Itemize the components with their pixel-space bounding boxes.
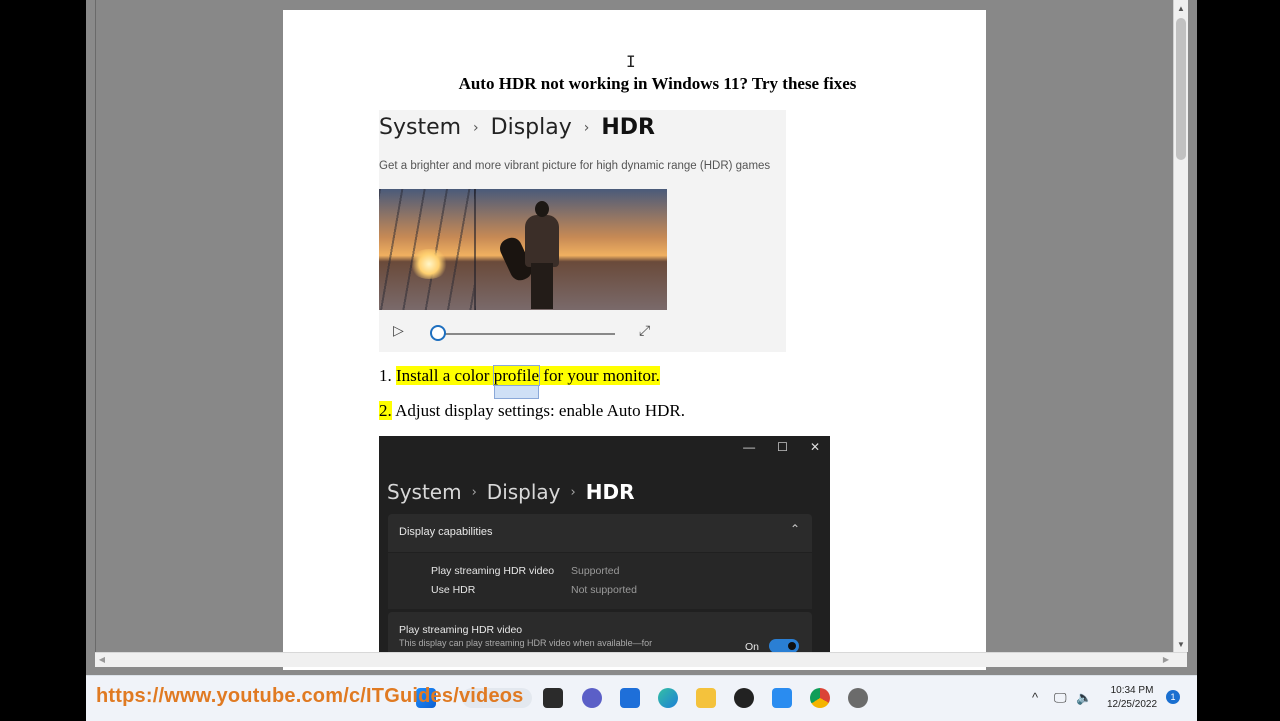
- volume-icon[interactable]: 🔈: [1076, 690, 1092, 706]
- chevron-right-icon: ›: [583, 119, 590, 136]
- breadcrumb-hdr: HDR: [585, 480, 635, 504]
- breadcrumb-display: Display: [486, 480, 561, 504]
- chevron-right-icon: ›: [471, 484, 477, 500]
- scroll-right-arrow-icon[interactable]: ▶: [1159, 653, 1173, 667]
- maximize-icon: ☐: [777, 440, 788, 454]
- text-cursor-icon: I: [626, 52, 636, 71]
- whiteboard-icon[interactable]: [772, 688, 792, 708]
- hdr-preview-photo: [379, 189, 667, 310]
- clock-date: 12/25/2022: [1106, 699, 1158, 710]
- breadcrumb-system: System: [379, 115, 462, 140]
- step-2: 2. Adjust display settings: enable Auto …: [379, 401, 685, 420]
- scroll-left-arrow-icon[interactable]: ◀: [95, 653, 109, 667]
- settings-gear-icon[interactable]: [848, 688, 868, 708]
- capability-value: Supported: [571, 565, 620, 577]
- task-view-icon[interactable]: [543, 688, 563, 708]
- close-icon: ✕: [809, 440, 820, 454]
- horizontal-scrollbar[interactable]: ◀ ▶: [95, 652, 1187, 667]
- hdr-settings-image-light: System › Display › HDR Get a brighter an…: [379, 110, 786, 352]
- channel-url-overlay: https://www.youtube.com/c/ITGuides/video…: [96, 685, 524, 707]
- video-progress-knob: [430, 325, 446, 341]
- file-explorer-icon[interactable]: [696, 688, 716, 708]
- breadcrumb-display: Display: [490, 115, 572, 140]
- breadcrumb: System › Display › HDR: [387, 480, 634, 504]
- minimize-icon: —: [743, 440, 756, 454]
- chevron-right-icon: ›: [570, 484, 576, 500]
- display-capabilities-header: Display capabilities ⌃: [388, 514, 812, 552]
- step-1-highlight: Install a color profile for your monitor…: [396, 365, 660, 386]
- play-icon: ▷: [393, 322, 404, 338]
- clock[interactable]: 10:34 PM 12/25/2022: [1102, 684, 1162, 712]
- media-player-icon[interactable]: [734, 688, 754, 708]
- video-controls: ▷ ⤢: [379, 322, 667, 342]
- article-title: Auto HDR not working in Windows 11? Try …: [458, 74, 857, 93]
- capability-label: Use HDR: [431, 584, 476, 596]
- expand-icon: ⤢: [639, 322, 651, 338]
- window-controls: — ☐ ✕: [743, 440, 820, 454]
- step-1: 1. Install a color profile for your moni…: [379, 365, 660, 386]
- selected-word[interactable]: profile: [492, 365, 541, 386]
- video-progress-track: [439, 333, 615, 335]
- toggle-label: On: [745, 641, 760, 652]
- chat-icon[interactable]: [582, 688, 602, 708]
- chevron-up-icon: ⌃: [789, 522, 800, 536]
- store-icon[interactable]: [620, 688, 640, 708]
- tray-chevron-icon[interactable]: ^: [1032, 690, 1038, 705]
- clock-time: 10:34 PM: [1110, 685, 1154, 696]
- person-with-guitar-image: [496, 201, 565, 309]
- scroll-down-arrow-icon[interactable]: ▼: [1174, 638, 1188, 652]
- network-icon[interactable]: 🖵: [1054, 690, 1067, 706]
- vertical-scroll-thumb[interactable]: [1176, 18, 1186, 160]
- scroll-up-arrow-icon[interactable]: ▲: [1174, 2, 1188, 16]
- capabilities-list: Play streaming HDR video Supported Use H…: [388, 553, 812, 609]
- streaming-hdr-setting: Play streaming HDR video This display ca…: [388, 612, 812, 652]
- chrome-icon[interactable]: [810, 688, 830, 708]
- hdr-settings-image-dark: — ☐ ✕ System › Display › HDR Display cap…: [379, 436, 830, 652]
- chevron-right-icon: ›: [473, 119, 479, 136]
- capability-label: Play streaming HDR video: [431, 565, 555, 577]
- edge-icon[interactable]: [658, 688, 678, 708]
- breadcrumb-hdr: HDR: [601, 115, 655, 140]
- capability-value: Not supported: [571, 584, 637, 596]
- breadcrumb: System › Display › HDR: [379, 115, 655, 140]
- breadcrumb-system: System: [387, 480, 462, 504]
- streaming-hdr-toggle: [769, 639, 799, 652]
- notification-badge[interactable]: 1: [1166, 690, 1180, 704]
- vertical-scrollbar[interactable]: ▲ ▼: [1173, 0, 1188, 652]
- hdr-description: Get a brighter and more vibrant picture …: [379, 160, 771, 172]
